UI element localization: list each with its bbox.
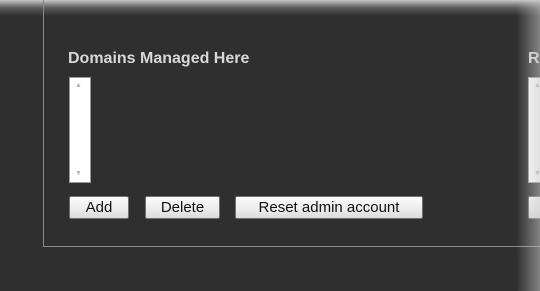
right-edge-shadow [516, 0, 540, 291]
scroll-down-icon[interactable]: ▼ [75, 170, 82, 178]
add-button[interactable]: Add [69, 196, 129, 219]
domains-listbox[interactable]: ▲ ▼ [69, 77, 91, 183]
reset-admin-account-button[interactable]: Reset admin account [235, 196, 423, 219]
delete-button[interactable]: Delete [145, 196, 220, 219]
dialog-background: Domains Managed Here ▲ ▼ Add Delete Rese… [0, 0, 540, 291]
scroll-up-icon[interactable]: ▲ [75, 82, 82, 90]
domains-section-title: Domains Managed Here [68, 50, 250, 67]
